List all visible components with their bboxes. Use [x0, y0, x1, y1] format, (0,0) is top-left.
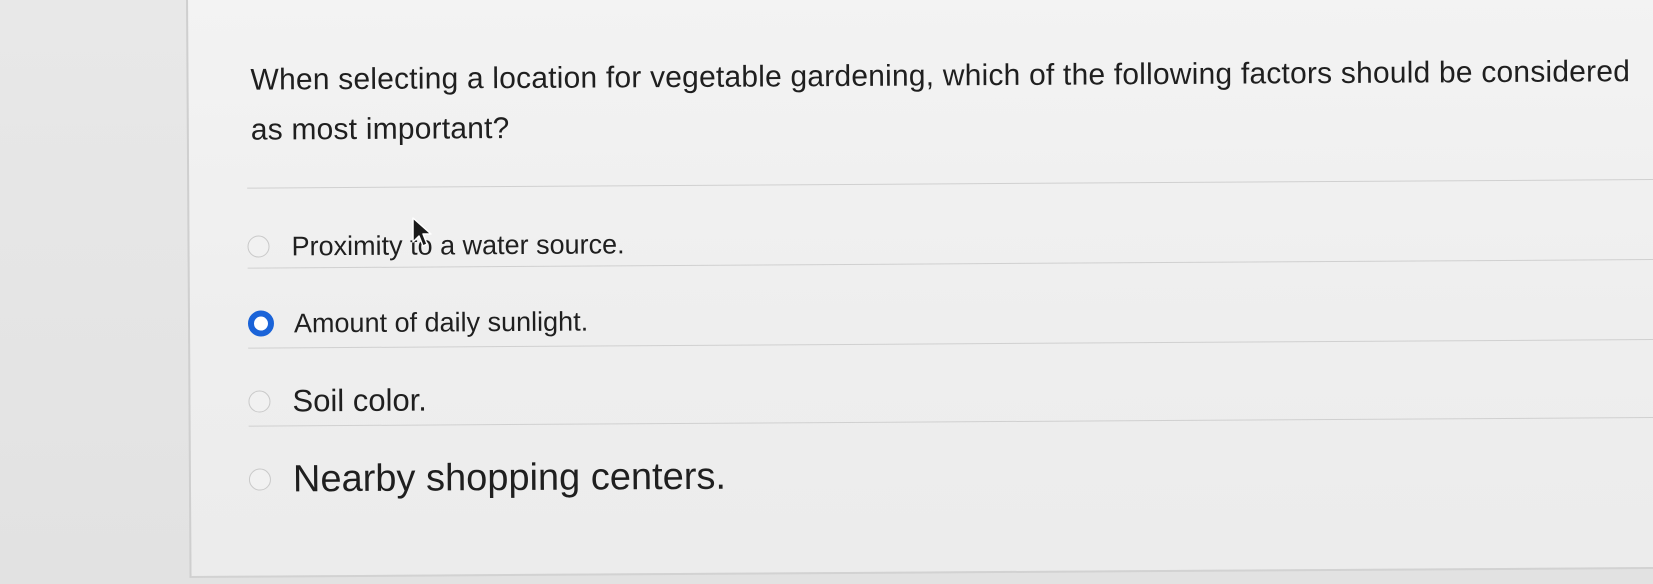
- radio-empty-icon[interactable]: [247, 235, 270, 258]
- mouse-pointer-icon: [412, 217, 432, 247]
- option-label: Amount of daily sunlight.: [293, 306, 589, 338]
- radio-empty-icon[interactable]: [248, 468, 272, 491]
- divider: [248, 416, 1653, 427]
- option-label: Proximity to a water source.: [291, 228, 625, 261]
- radio-empty-icon[interactable]: [248, 390, 271, 413]
- option-label: Nearby shopping centers.: [292, 455, 727, 500]
- screen: When selecting a location for vegetable …: [0, 0, 1653, 584]
- answer-option-soil-color[interactable]: Soil color.: [248, 377, 427, 426]
- divider: [247, 178, 1653, 189]
- question-card: When selecting a location for vegetable …: [186, 0, 1653, 578]
- answer-option-shopping-centers[interactable]: Nearby shopping centers.: [248, 453, 727, 504]
- radio-filled-icon[interactable]: [247, 310, 275, 337]
- answer-option-daily-sunlight[interactable]: Amount of daily sunlight.: [247, 298, 589, 348]
- question-text: When selecting a location for vegetable …: [250, 55, 1631, 147]
- option-label: Soil color.: [292, 382, 427, 419]
